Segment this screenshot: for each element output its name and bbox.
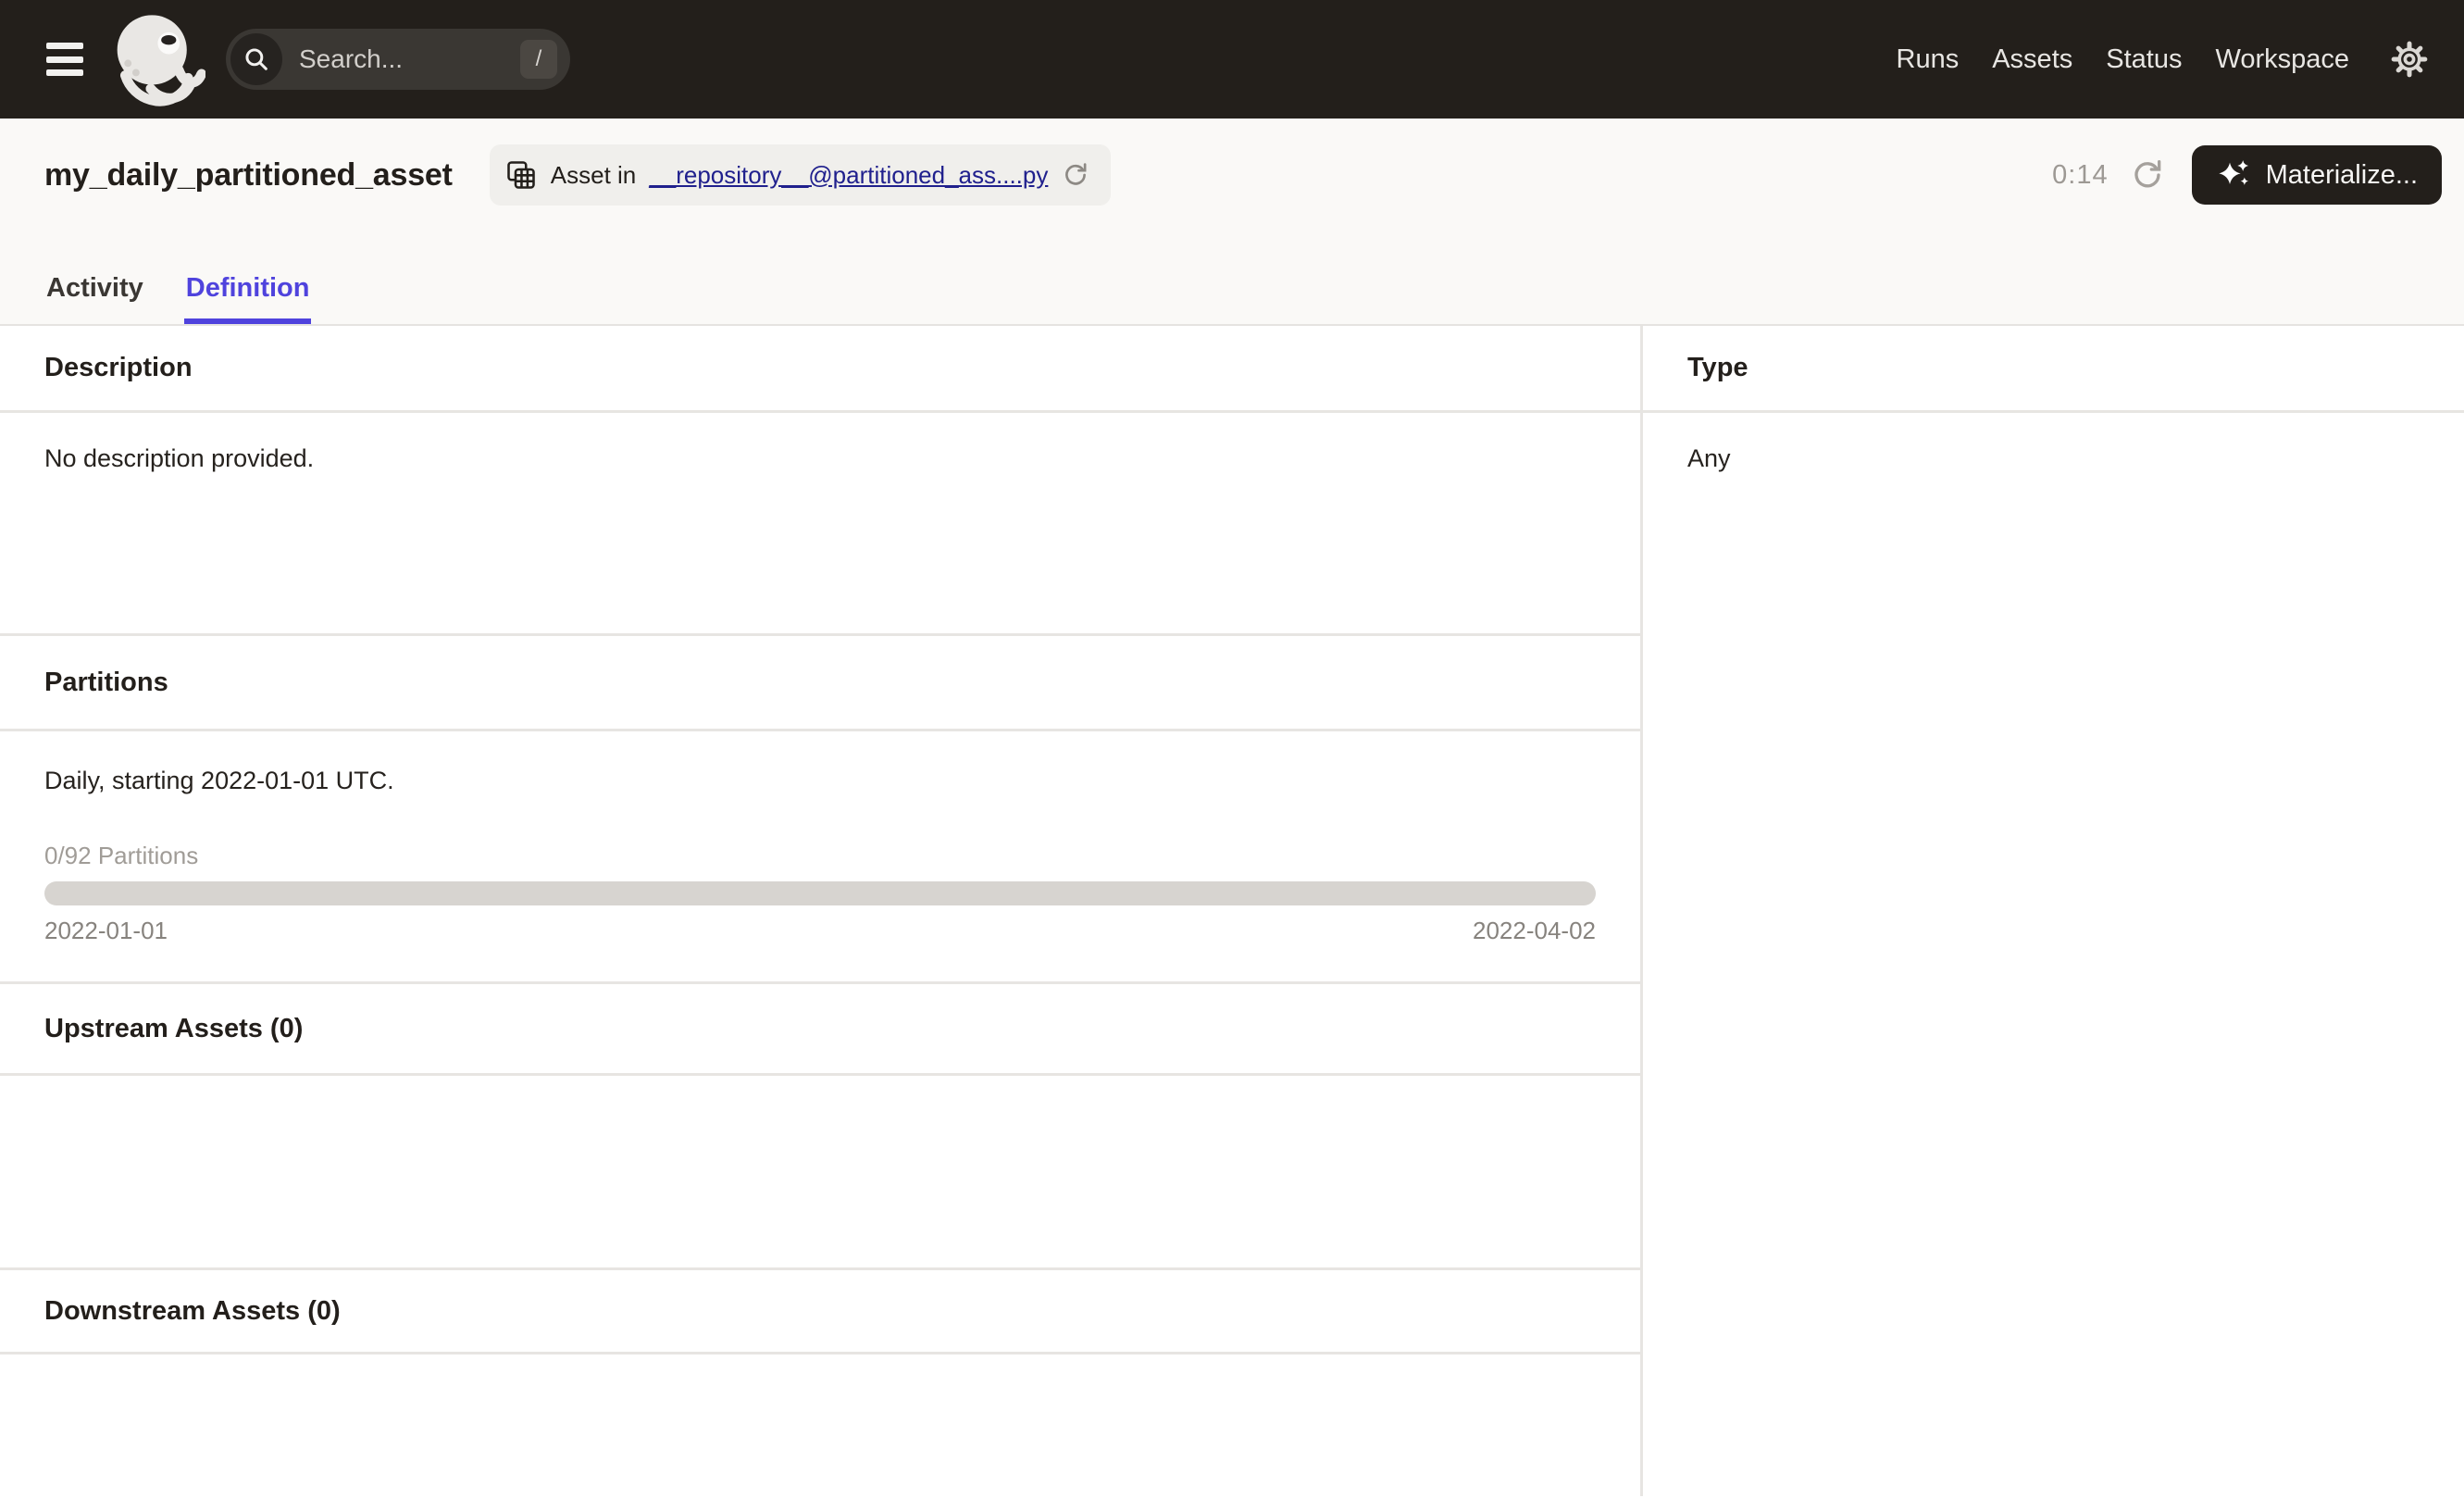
partitions-section-body: Daily, starting 2022-01-01 UTC. 0/92 Par… [0, 731, 1640, 984]
partitions-date-range: 2022-01-01 2022-04-02 [44, 917, 1596, 945]
partitions-summary: Daily, starting 2022-01-01 UTC. [44, 767, 394, 794]
top-navigation-bar: / Runs Assets Status Workspace [0, 0, 2464, 119]
description-section-body: No description provided. [0, 413, 1640, 636]
refresh-button[interactable] [2129, 156, 2166, 193]
partition-range-end: 2022-04-02 [1473, 917, 1596, 944]
top-nav-links: Runs Assets Status Workspace [1897, 44, 2349, 75]
partitions-title: Partitions [44, 667, 168, 697]
downstream-assets-title: Downstream Assets (0) [44, 1295, 341, 1326]
dagster-logo[interactable] [109, 11, 205, 107]
reload-icon [1061, 160, 1090, 190]
upstream-assets-section-header: Upstream Assets (0) [0, 984, 1640, 1076]
tab-definition[interactable]: Definition [183, 273, 312, 324]
repository-link[interactable]: __repository__@partitioned_ass....py [649, 161, 1048, 190]
definition-content: Description No description provided. Par… [0, 326, 2464, 1496]
definition-right-column: Type Any [1643, 326, 2464, 1496]
reload-repository-button[interactable] [1061, 160, 1090, 190]
asset-tabs: Activity Definition [44, 273, 2442, 324]
type-title: Type [1687, 353, 1748, 382]
search-input[interactable]: / [226, 29, 570, 90]
gear-icon [2388, 38, 2431, 81]
settings-button[interactable] [2388, 38, 2431, 81]
page-title: my_daily_partitioned_asset [44, 156, 453, 193]
partition-range-start: 2022-01-01 [44, 917, 168, 944]
refresh-icon [2129, 156, 2166, 193]
sparkle-icon [2216, 156, 2253, 193]
nav-item-assets[interactable]: Assets [1992, 44, 2072, 75]
materialize-button[interactable]: Materialize... [2191, 145, 2442, 205]
upstream-assets-title: Upstream Assets (0) [44, 1013, 304, 1043]
search-shortcut-key: / [520, 40, 557, 79]
nav-item-workspace[interactable]: Workspace [2215, 44, 2349, 75]
asset-tag-prefix: Asset in [550, 160, 637, 189]
search-icon [230, 33, 282, 85]
description-section-header: Description [0, 326, 1640, 413]
description-title: Description [44, 353, 193, 382]
type-section-body: Any [1643, 413, 2464, 1496]
asset-location-tag: Asset in __repository__@partitioned_ass.… [489, 144, 1112, 206]
partitions-progress-bar [44, 881, 1596, 905]
description-text: No description provided. [44, 444, 315, 472]
type-value: Any [1687, 444, 1731, 472]
menu-icon[interactable] [46, 43, 83, 76]
nav-item-status[interactable]: Status [2106, 44, 2182, 75]
downstream-assets-section-body [0, 1354, 1640, 1496]
materialize-button-label: Materialize... [2265, 159, 2418, 190]
definition-left-column: Description No description provided. Par… [0, 326, 1643, 1496]
upstream-assets-section-body [0, 1076, 1640, 1270]
partitions-section-header: Partitions [0, 636, 1640, 731]
refresh-countdown: 0:14 [2052, 159, 2109, 190]
type-section-header: Type [1643, 326, 2464, 413]
repository-icon [504, 158, 538, 192]
search-field[interactable] [299, 44, 520, 74]
downstream-assets-section-header: Downstream Assets (0) [0, 1270, 1640, 1354]
page-header: my_daily_partitioned_asset Asset in __re… [0, 119, 2464, 326]
tab-activity[interactable]: Activity [44, 273, 145, 324]
nav-item-runs[interactable]: Runs [1897, 44, 1960, 75]
partitions-progress-label: 0/92 Partitions [44, 842, 199, 869]
